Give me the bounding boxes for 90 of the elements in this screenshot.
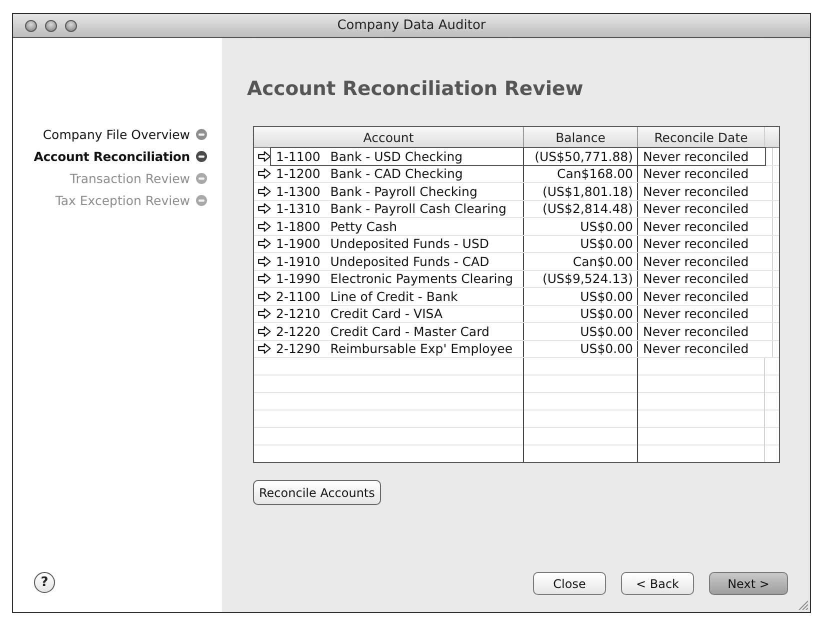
reconcile-date: Never reconciled bbox=[642, 340, 750, 357]
table-row[interactable]: 1-1200 Bank - CAD Checking Can$168.00 Never reconciled bbox=[271, 166, 765, 182]
arrow-icon bbox=[258, 220, 271, 232]
balance-amount: US$0.00 bbox=[524, 323, 638, 340]
account-name: Undeposited Funds - CAD bbox=[330, 254, 490, 269]
account-name: Bank - USD Checking bbox=[330, 148, 463, 164]
step-label: Transaction Review bbox=[70, 170, 190, 186]
help-button[interactable]: ? bbox=[34, 572, 55, 593]
account-name: Electronic Payments Clearing bbox=[330, 271, 514, 286]
reconcile-date: Never reconciled bbox=[642, 288, 750, 304]
step-label: Tax Exception Review bbox=[55, 192, 190, 208]
table-row[interactable]: 1-1910 Undeposited Funds - CAD Can$0.00 Never reconciled bbox=[271, 253, 765, 270]
account-name: Bank - Payroll Cash Clearing bbox=[330, 201, 506, 216]
balance-amount: (US$2,814.48) bbox=[524, 200, 638, 217]
column-header[interactable]: Account bbox=[254, 127, 524, 147]
account-code: 2-1100 bbox=[276, 288, 320, 304]
column-header[interactable]: Reconcile Date bbox=[638, 127, 765, 147]
reconcile-date: Never reconciled bbox=[642, 166, 750, 182]
arrow-icon bbox=[258, 273, 271, 284]
window-title: Company Data Auditor bbox=[337, 18, 486, 33]
account-code: 1-1990 bbox=[276, 271, 320, 286]
wizard-button[interactable]: Next > bbox=[709, 572, 788, 595]
account-code: 2-1210 bbox=[276, 306, 320, 322]
balance-amount: (US$1,801.18) bbox=[524, 183, 638, 200]
account-name: Credit Card - Master Card bbox=[330, 324, 490, 339]
arrow-icon bbox=[258, 326, 271, 337]
account-code: 2-1290 bbox=[276, 341, 320, 356]
account-code: 1-1900 bbox=[276, 236, 320, 252]
reconcile-date: Never reconciled bbox=[642, 183, 750, 200]
step-label: Account Reconciliation bbox=[34, 148, 190, 164]
account-code: 1-1910 bbox=[276, 254, 320, 269]
arrow-icon bbox=[258, 256, 271, 267]
account-name: Reimbursable Exp' Employee bbox=[330, 341, 513, 356]
account-code: 1-1800 bbox=[276, 218, 320, 234]
arrow-icon bbox=[258, 343, 271, 354]
reconcile-date: Never reconciled bbox=[642, 218, 750, 234]
wizard-button[interactable]: Close bbox=[533, 572, 606, 595]
balance-amount: US$0.00 bbox=[524, 236, 638, 252]
table-row[interactable]: 2-1220 Credit Card - Master Card US$0.00 Never reconciled bbox=[271, 323, 765, 340]
table-row[interactable]: 1-1900 Undeposited Funds - USD US$0.00 Never reconciled bbox=[271, 236, 765, 252]
arrow-icon bbox=[258, 308, 271, 320]
account-code: 2-1220 bbox=[276, 324, 320, 339]
window-zoom-button[interactable] bbox=[65, 20, 77, 32]
account-name: Undeposited Funds - USD bbox=[330, 236, 490, 252]
account-name: Bank - Payroll Checking bbox=[330, 184, 478, 199]
balance-amount: Can$0.00 bbox=[524, 253, 638, 270]
page-heading: Account Reconciliation Review bbox=[247, 77, 584, 101]
balance-amount: (US$50,771.88) bbox=[524, 148, 638, 164]
wizard-button[interactable]: < Back bbox=[621, 572, 694, 595]
table-row[interactable]: 2-1210 Credit Card - VISA US$0.00 Never reconciled bbox=[271, 306, 765, 322]
reconcile-date: Never reconciled bbox=[642, 200, 750, 217]
table-row[interactable]: 2-1100 Line of Credit - Bank US$0.00 Never reconciled bbox=[271, 288, 765, 304]
arrow-icon bbox=[258, 186, 271, 197]
table-row[interactable]: 1-1300 Bank - Payroll Checking (US$1,801.18) Never reconciled bbox=[271, 183, 765, 200]
account-name: Credit Card - VISA bbox=[330, 306, 443, 322]
arrow-icon bbox=[258, 203, 271, 214]
account-name: Line of Credit - Bank bbox=[330, 288, 458, 304]
account-name: Petty Cash bbox=[330, 218, 398, 234]
table-row[interactable]: 1-1800 Petty Cash US$0.00 Never reconciled bbox=[271, 218, 765, 234]
account-code: 1-1200 bbox=[276, 166, 320, 182]
resize-grip-icon[interactable] bbox=[798, 600, 808, 610]
table-row[interactable]: 1-1990 Electronic Payments Clearing (US$9,524.13) Never reconciled bbox=[271, 270, 765, 287]
arrow-icon bbox=[258, 168, 271, 180]
table-row[interactable]: 1-1310 Bank - Payroll Cash Clearing (US$2,814.48) Never reconciled bbox=[271, 200, 765, 217]
account-code: 1-1100 bbox=[276, 148, 320, 164]
table-row[interactable]: 1-1100 Bank - USD Checking (US$50,771.88) Never reconciled bbox=[271, 148, 765, 164]
reconcile-date: Never reconciled bbox=[642, 236, 750, 252]
window-minimize-button[interactable] bbox=[45, 20, 57, 32]
balance-amount: US$0.00 bbox=[524, 218, 638, 234]
arrow-icon bbox=[258, 238, 271, 250]
balance-amount: (US$9,524.13) bbox=[524, 270, 638, 287]
step-label: Company File Overview bbox=[42, 126, 190, 142]
window-close-button[interactable] bbox=[25, 20, 37, 32]
reconcile-date: Never reconciled bbox=[642, 148, 750, 164]
account-name: Bank - CAD Checking bbox=[330, 166, 463, 182]
arrow-icon bbox=[258, 290, 271, 302]
balance-amount: US$0.00 bbox=[524, 340, 638, 357]
reconcile-date: Never reconciled bbox=[642, 270, 750, 287]
reconcile-date: Never reconciled bbox=[642, 306, 750, 322]
account-code: 1-1310 bbox=[276, 201, 320, 216]
column-header[interactable]: Balance bbox=[524, 127, 638, 147]
balance-amount: US$0.00 bbox=[524, 306, 638, 322]
account-code: 1-1300 bbox=[276, 184, 320, 199]
balance-amount: Can$168.00 bbox=[524, 166, 638, 182]
reconcile-date: Never reconciled bbox=[642, 253, 750, 270]
arrow-icon bbox=[258, 150, 271, 162]
reconcile-accounts-button[interactable]: Reconcile Accounts bbox=[253, 480, 381, 505]
balance-amount: US$0.00 bbox=[524, 288, 638, 304]
reconcile-date: Never reconciled bbox=[642, 323, 750, 340]
table-row[interactable]: 2-1290 Reimbursable Exp' Employee US$0.00 Never reconciled bbox=[271, 340, 765, 357]
